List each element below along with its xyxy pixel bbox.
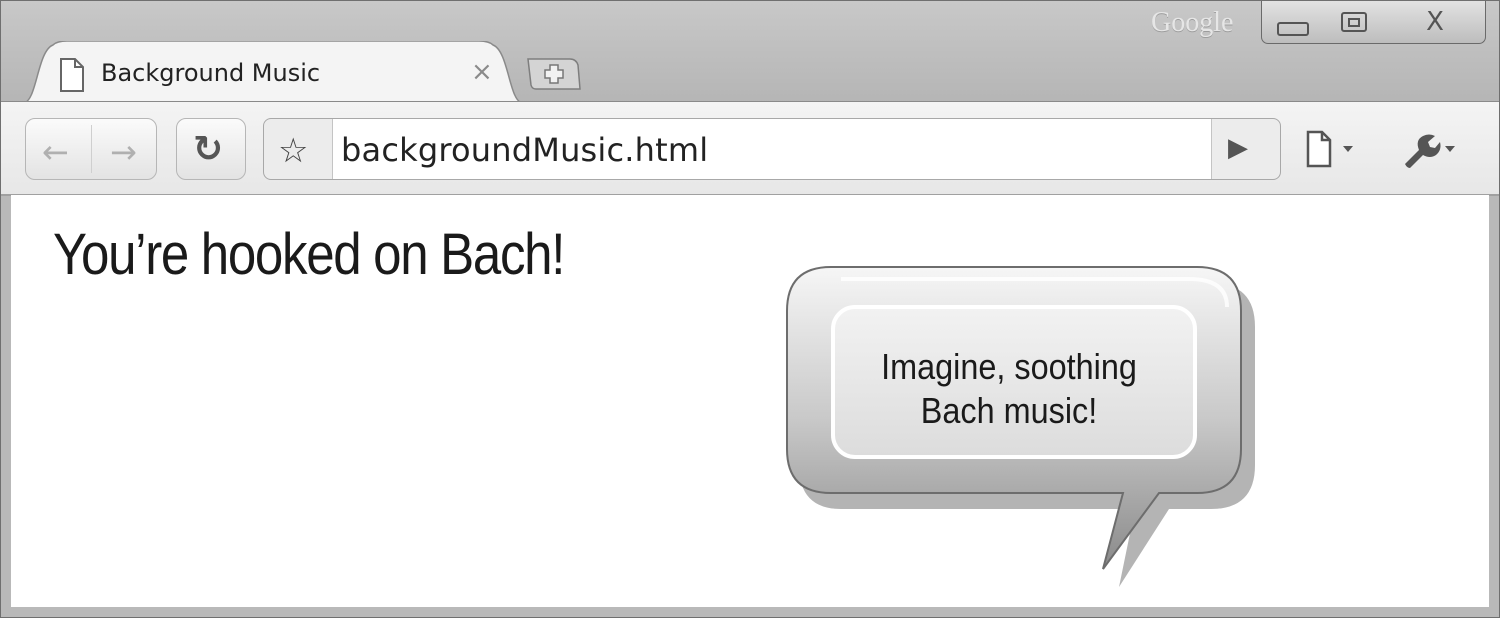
- maximize-button[interactable]: [1323, 1, 1386, 44]
- maximize-icon: [1341, 12, 1367, 32]
- chevron-down-icon: [1343, 146, 1353, 152]
- wrench-menu-button[interactable]: [1399, 130, 1465, 170]
- page-icon: [60, 58, 84, 92]
- page-viewport: You’re hooked on Bach! Imagine, soothing…: [11, 195, 1489, 607]
- page-menu-button[interactable]: [1305, 130, 1369, 170]
- toolbar: ← → ↻ ☆ backgroundMusic.html ▶: [1, 101, 1499, 196]
- minimize-icon: [1277, 22, 1309, 36]
- wrench-icon: [1405, 134, 1441, 168]
- url-text[interactable]: backgroundMusic.html: [341, 131, 708, 169]
- title-bar: Google X Background Music ×: [1, 1, 1499, 103]
- page-icon: [1306, 130, 1332, 168]
- minimize-button[interactable]: [1261, 1, 1325, 44]
- address-bar[interactable]: ☆ backgroundMusic.html ▶: [263, 118, 1281, 180]
- chevron-down-icon: [1445, 146, 1455, 152]
- new-tab-button[interactable]: [526, 57, 582, 91]
- bubble-line-1: Imagine, soothing: [881, 346, 1137, 387]
- reload-button[interactable]: ↻: [176, 118, 246, 180]
- nav-buttons: ← →: [25, 118, 157, 180]
- reload-icon: ↻: [193, 129, 224, 170]
- tab-close-button[interactable]: ×: [471, 57, 493, 87]
- page-heading: You’re hooked on Bach!: [53, 222, 565, 287]
- tab-title: Background Music: [101, 59, 321, 87]
- url-field[interactable]: backgroundMusic.html: [332, 119, 1212, 179]
- brand-label: Google: [1151, 7, 1234, 38]
- back-icon[interactable]: ←: [42, 133, 69, 171]
- forward-icon[interactable]: →: [110, 133, 137, 171]
- star-icon[interactable]: ☆: [278, 131, 308, 171]
- close-window-button[interactable]: X: [1385, 1, 1486, 44]
- close-icon: X: [1426, 7, 1444, 37]
- go-icon[interactable]: ▶: [1228, 133, 1248, 163]
- bubble-line-2: Bach music!: [920, 390, 1098, 431]
- divider: [91, 125, 92, 173]
- browser-window: Google X Background Music × ← → ↻ ☆ back…: [0, 0, 1500, 618]
- bubble-text: Imagine, soothing Bach music!: [849, 345, 1169, 433]
